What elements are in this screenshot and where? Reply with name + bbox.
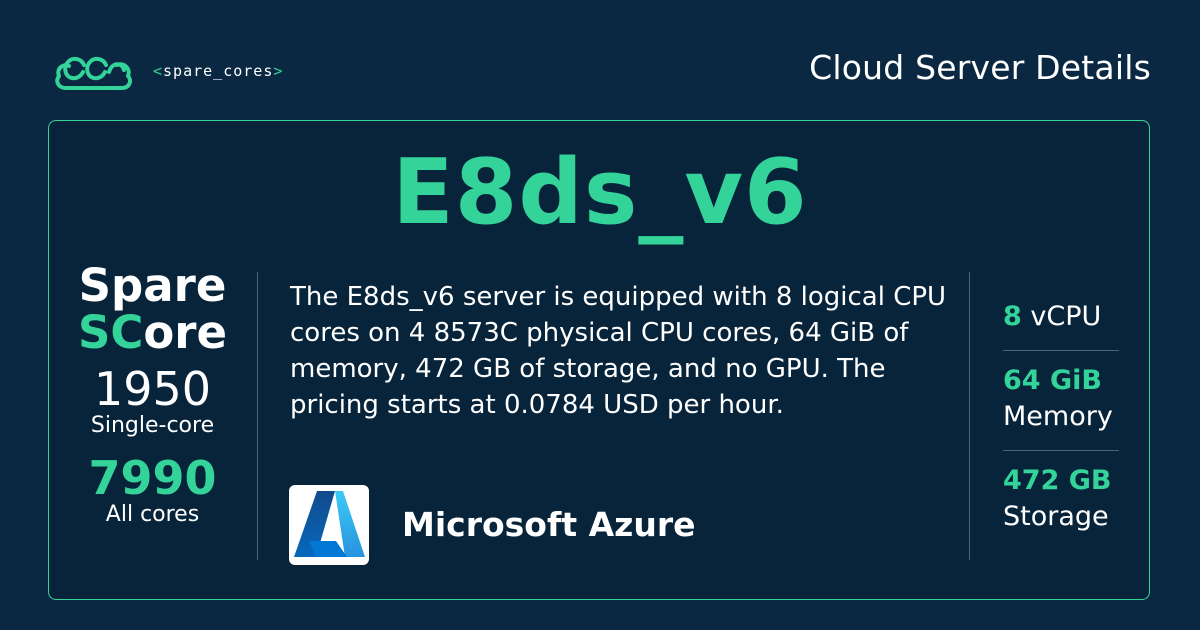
all-cores-score-value: 7990 <box>88 451 217 505</box>
spec-vcpu-value: 8 <box>1003 301 1022 332</box>
spare-score-title: Spare SCore <box>60 262 245 356</box>
brand-close-bracket: > <box>273 62 284 80</box>
right-divider <box>969 272 970 560</box>
single-core-score-value: 1950 <box>93 362 212 416</box>
spec-vcpu-label: vCPU <box>1030 301 1102 332</box>
page-title: Cloud Server Details <box>809 48 1151 87</box>
spare-score-title-line2: SCore <box>60 309 245 356</box>
spec-memory-value: 64 GiB <box>1003 365 1102 396</box>
left-divider <box>257 272 258 560</box>
spec-memory-label: Memory <box>1003 401 1113 432</box>
server-name: E8ds_v6 <box>392 140 808 245</box>
spare-score-title-accent: SC <box>77 306 144 359</box>
spare-cores-logo-icon <box>55 56 132 90</box>
spec-storage: 472 GB Storage <box>1003 463 1112 535</box>
spare-score-title-rest: ore <box>143 306 228 359</box>
spec-divider <box>1003 450 1119 451</box>
azure-logo-icon <box>289 485 369 565</box>
single-core-score-label: Single-core <box>90 413 215 438</box>
spare-score-title-line1: Spare <box>78 259 227 312</box>
spec-vcpu: 8 vCPU <box>1003 299 1101 335</box>
brand-open-bracket: < <box>153 62 164 80</box>
vendor-name: Microsoft Azure <box>402 505 696 544</box>
brand-name: spare_cores <box>163 62 274 80</box>
all-cores-score-label: All cores <box>105 502 200 527</box>
spec-storage-label: Storage <box>1003 501 1109 532</box>
spare-score-panel: Spare SCore 1950 Single-core 7990 All co… <box>60 262 245 527</box>
spec-divider <box>1003 350 1119 351</box>
server-description: The E8ds_v6 server is equipped with 8 lo… <box>290 282 947 420</box>
brand-wordmark: <spare_cores> <box>153 62 283 80</box>
spec-storage-value: 472 GB <box>1003 465 1112 496</box>
spec-memory: 64 GiB Memory <box>1003 363 1113 435</box>
